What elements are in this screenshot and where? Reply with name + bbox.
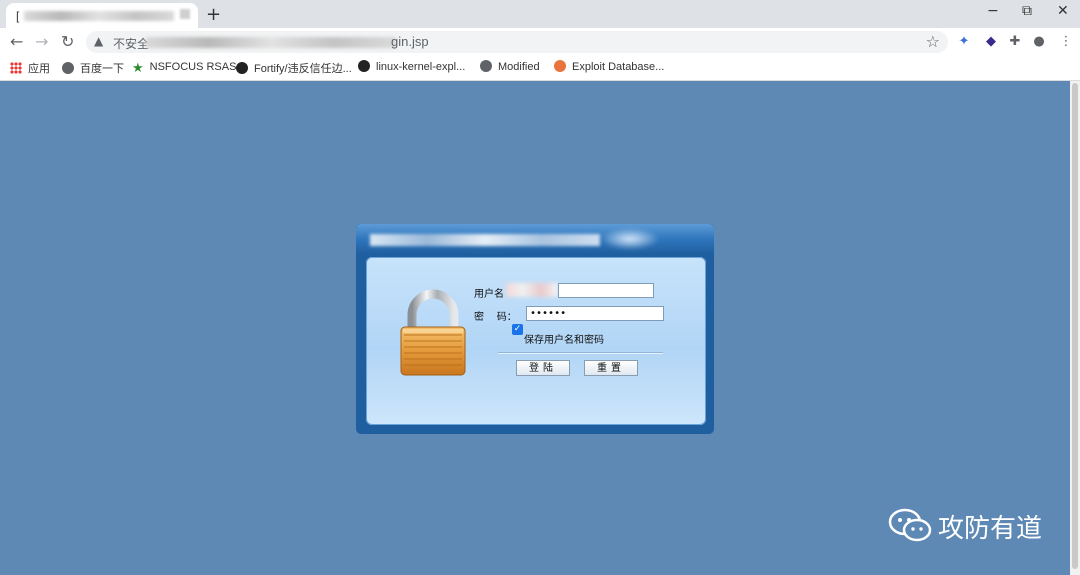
- github-icon: [358, 60, 370, 72]
- bookmarks-bar: 应用 百度一下 ★ NSFOCUS RSAS Fortify/违反信任边... l…: [0, 56, 1080, 81]
- padlock-icon: [400, 289, 466, 376]
- bookmark-modified[interactable]: Modified: [480, 60, 540, 73]
- username-input[interactable]: [558, 283, 654, 298]
- watermark-text: 攻防有道: [938, 514, 1043, 544]
- login-panel: 用户名 密 码： •••••• ✓ 保存用户名和密码 登陆 重置: [366, 257, 706, 425]
- new-tab-button[interactable]: +: [206, 4, 221, 25]
- tab-title-redacted: [24, 11, 174, 21]
- close-window-button[interactable]: ✕: [1057, 3, 1069, 19]
- browser-toolbar: ← → ↻ ▲ 不安全 gin.jsp ☆ ✦ ◆ ✚ ● ⋮: [0, 28, 1080, 56]
- form-divider: [498, 352, 663, 354]
- browser-tab[interactable]: [: [6, 3, 198, 28]
- star-icon: ★: [132, 60, 144, 75]
- url-redacted: [146, 37, 396, 48]
- minimize-button[interactable]: −: [987, 3, 999, 19]
- bookmark-linux-kernel[interactable]: linux-kernel-expl...: [358, 60, 465, 73]
- login-dialog: 用户名 密 码： •••••• ✓ 保存用户名和密码 登陆 重置: [356, 224, 714, 434]
- tab-strip: [ + − ⧉ ✕: [0, 0, 1080, 28]
- extension-badge-icon[interactable]: ◆: [983, 34, 999, 50]
- apps-icon: [10, 62, 22, 74]
- reset-button[interactable]: 重置: [584, 360, 638, 376]
- menu-kebab-icon[interactable]: ⋮: [1058, 34, 1074, 50]
- globe-icon: [62, 62, 74, 74]
- reload-button[interactable]: ↻: [61, 32, 74, 51]
- password-input[interactable]: ••••••: [526, 306, 664, 321]
- password-label: 密 码：: [474, 312, 517, 323]
- remember-checkbox[interactable]: ✓: [512, 324, 523, 335]
- url-text: gin.jsp: [391, 34, 429, 49]
- wechat-icon: [888, 508, 932, 542]
- bookmark-exploit-db[interactable]: Exploit Database...: [554, 60, 664, 73]
- github-icon: [236, 62, 248, 74]
- tab-close-icon[interactable]: [180, 9, 190, 19]
- exploit-icon: [554, 60, 566, 72]
- login-title-bar: [356, 224, 714, 254]
- bookmark-star-icon[interactable]: ☆: [926, 32, 940, 51]
- login-title-redacted: [370, 234, 600, 246]
- profile-avatar-icon[interactable]: ●: [1031, 34, 1047, 50]
- warning-icon[interactable]: ▲: [94, 34, 103, 48]
- address-bar[interactable]: ▲ 不安全 gin.jsp ☆: [86, 31, 948, 53]
- bookmark-baidu[interactable]: 百度一下: [62, 60, 124, 76]
- restore-button[interactable]: ⧉: [1022, 3, 1032, 19]
- back-button[interactable]: ←: [10, 32, 23, 51]
- remember-label: 保存用户名和密码: [524, 335, 604, 346]
- forward-button[interactable]: →: [35, 32, 48, 51]
- title-shine: [600, 228, 660, 250]
- bookmark-nsfocus[interactable]: ★ NSFOCUS RSAS: [132, 60, 236, 76]
- vertical-scrollbar[interactable]: [1070, 81, 1080, 575]
- login-button[interactable]: 登陆: [516, 360, 570, 376]
- username-label: 用户名: [474, 289, 504, 300]
- globe-icon: [480, 60, 492, 72]
- username-redacted: [506, 283, 558, 297]
- bookmark-apps[interactable]: 应用: [10, 60, 50, 76]
- bookmark-fortify[interactable]: Fortify/违反信任边...: [236, 60, 352, 76]
- extension-bird-icon[interactable]: ✦: [956, 34, 972, 50]
- extensions-puzzle-icon[interactable]: ✚: [1007, 34, 1023, 50]
- security-label: 不安全: [113, 37, 150, 51]
- tab-title: [: [16, 9, 20, 23]
- scrollbar-thumb[interactable]: [1072, 83, 1078, 569]
